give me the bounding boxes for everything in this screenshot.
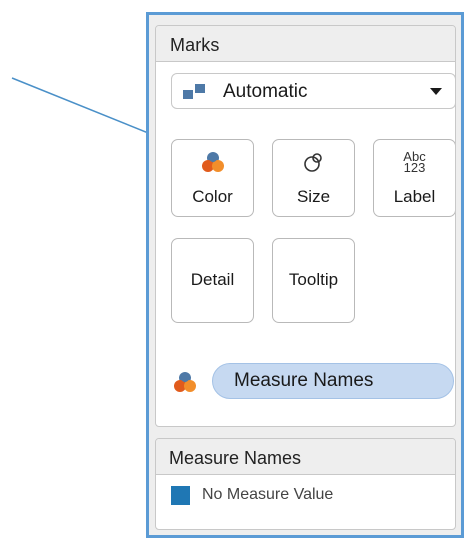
color-legend-header: Measure Names (156, 439, 455, 475)
color-encoding-shelf: Measure Names (156, 362, 455, 402)
chevron-down-icon (430, 88, 442, 95)
tooltip-button[interactable]: Tooltip (272, 238, 355, 323)
color-legend-card: Measure Names No Measure Value (155, 438, 456, 530)
automatic-bars-icon (183, 84, 205, 99)
size-circles-icon (303, 153, 322, 172)
tooltip-button-label: Tooltip (288, 270, 339, 289)
detail-button[interactable]: Detail (171, 238, 254, 323)
label-button-label: Label (393, 187, 436, 206)
detail-button-label: Detail (190, 270, 235, 289)
label-button[interactable]: Abc 123 Label (373, 139, 455, 217)
marks-card: Marks Automatic Color Size Abc 123 Label… (155, 25, 456, 427)
marks-card-header: Marks (156, 26, 455, 62)
color-circles-icon (201, 152, 224, 172)
legend-color-swatch (171, 486, 190, 505)
color-button[interactable]: Color (171, 139, 254, 217)
mark-type-dropdown[interactable]: Automatic (171, 73, 455, 109)
size-button-label: Size (296, 187, 331, 206)
abc-icon-text-bottom: 123 (403, 160, 426, 175)
measure-names-pill[interactable]: Measure Names (212, 363, 454, 399)
mark-type-selected-value: Automatic (223, 81, 308, 102)
screenshot-canvas: Marks Automatic Color Size Abc 123 Label… (0, 0, 474, 542)
legend-item-label: No Measure Value (202, 486, 334, 503)
color-button-label: Color (192, 187, 233, 206)
color-circles-icon (174, 372, 196, 392)
size-button[interactable]: Size (272, 139, 355, 217)
abc-123-icon: Abc 123 (403, 150, 426, 175)
